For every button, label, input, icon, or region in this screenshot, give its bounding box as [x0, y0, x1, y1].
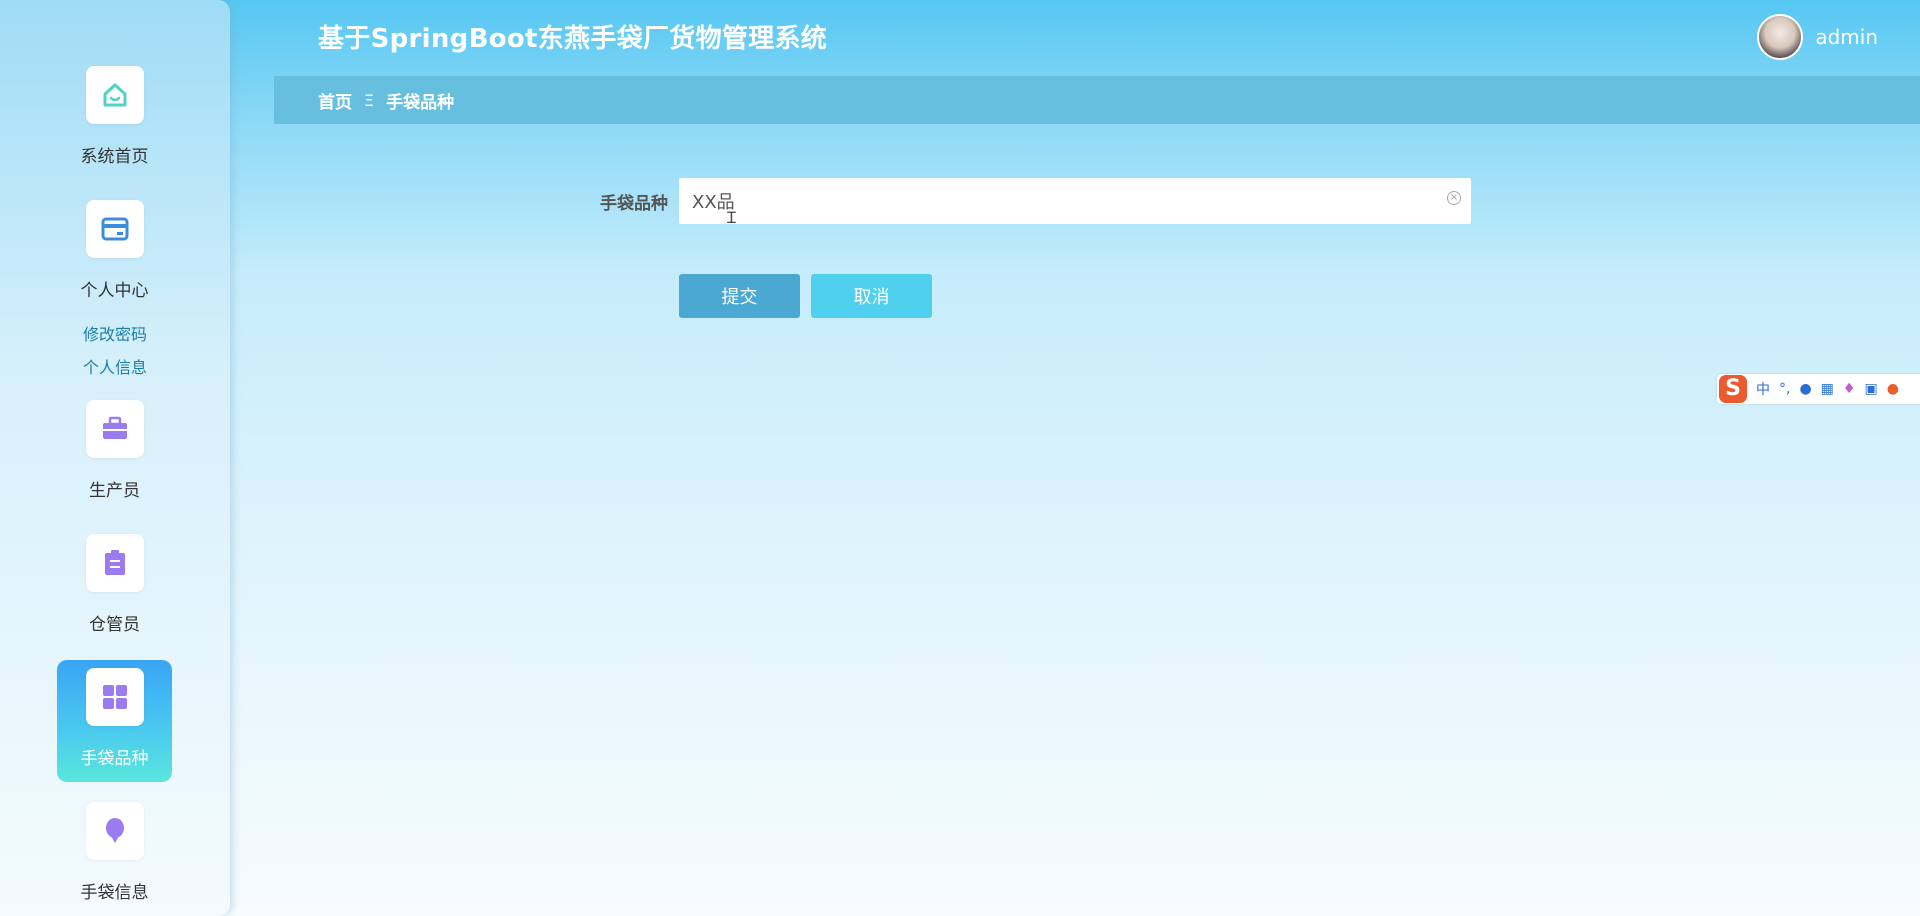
- sidebar-item-label: 生产员: [89, 481, 140, 501]
- grid-icon: [85, 668, 144, 726]
- cancel-button[interactable]: 取消: [811, 274, 932, 318]
- sidebar-item-label: 个人中心: [80, 281, 149, 301]
- app-title: 基于SpringBoot东燕手袋厂货物管理系统: [318, 24, 828, 54]
- skin-icon[interactable]: ♦: [1843, 381, 1856, 397]
- sidebar: 系统首页 个人中心 修改密码 个人信息 生产员 仓管员 手袋品种 手袋信息: [0, 0, 230, 916]
- sidebar-item-bag-info[interactable]: 手袋信息: [57, 794, 172, 916]
- home-icon: [85, 66, 144, 124]
- submit-button[interactable]: 提交: [679, 274, 800, 318]
- sidebar-item-producer[interactable]: 生产员: [57, 392, 172, 514]
- sidebar-item-label: 手袋信息: [80, 883, 149, 903]
- sidebar-item-label: 系统首页: [80, 147, 149, 167]
- clear-icon[interactable]: ×: [1447, 191, 1461, 205]
- user-menu[interactable]: admin: [1757, 14, 1878, 60]
- username[interactable]: admin: [1815, 25, 1878, 49]
- breadcrumb: 首页 Ξ 手袋品种: [274, 76, 1920, 124]
- clipboard-icon: [85, 534, 144, 592]
- breadcrumb-home[interactable]: 首页: [318, 88, 352, 113]
- sidebar-item-home[interactable]: 系统首页: [57, 58, 172, 180]
- ime-toolbar[interactable]: S 中 °, ● ▦ ♦ ▣ ●: [1717, 374, 1920, 404]
- briefcase-icon: [85, 400, 144, 458]
- apps-icon[interactable]: ▣: [1864, 381, 1877, 397]
- lightbulb-icon: [85, 802, 144, 860]
- bag-variety-input[interactable]: [679, 178, 1471, 224]
- ime-mode[interactable]: 中: [1756, 379, 1770, 399]
- sidebar-item-warehouse-keeper[interactable]: 仓管员: [57, 526, 172, 648]
- sidebar-item-bag-variety[interactable]: 手袋品种: [57, 660, 172, 782]
- text-cursor-icon: Ɪ: [727, 208, 736, 227]
- keyboard-icon[interactable]: ▦: [1821, 381, 1834, 397]
- ime-logo-icon[interactable]: S: [1719, 375, 1747, 403]
- avatar[interactable]: [1757, 14, 1804, 60]
- personal-info-link[interactable]: 个人信息: [0, 354, 230, 378]
- bag-variety-field: ×: [679, 178, 1471, 224]
- sidebar-item-label: 仓管员: [89, 615, 140, 635]
- microphone-icon[interactable]: ●: [1799, 381, 1811, 397]
- mascot-icon[interactable]: ●: [1887, 381, 1899, 397]
- wallet-icon: [85, 200, 144, 258]
- change-password-link[interactable]: 修改密码: [0, 321, 230, 345]
- breadcrumb-current: 手袋品种: [386, 92, 455, 113]
- sidebar-item-profile[interactable]: 个人中心: [57, 192, 172, 314]
- sidebar-item-label: 手袋品种: [80, 749, 149, 769]
- punctuation-icon[interactable]: °,: [1779, 381, 1790, 397]
- breadcrumb-separator: Ξ: [364, 90, 375, 110]
- bag-variety-label: 手袋品种: [600, 194, 668, 214]
